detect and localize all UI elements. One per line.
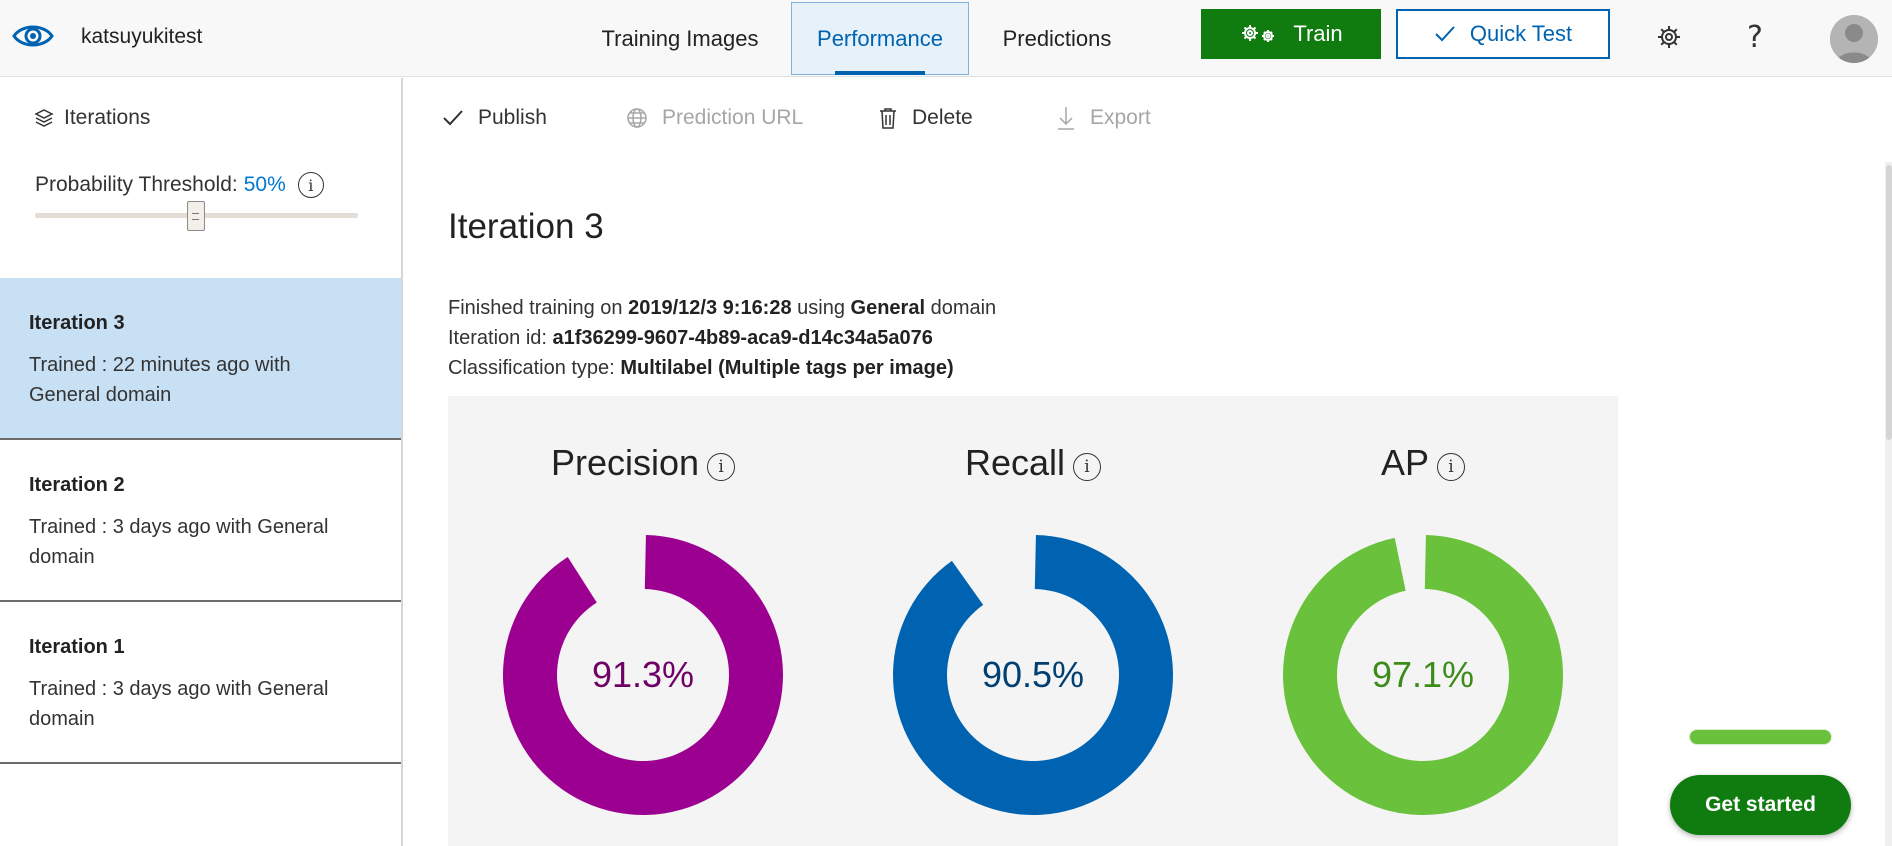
iterations-header-label: Iterations (64, 106, 151, 129)
prediction-url-label: Prediction URL (662, 106, 804, 129)
tab-predictions[interactable]: Predictions (985, 2, 1129, 75)
checkmark-icon (443, 110, 463, 126)
train-button[interactable]: Train (1201, 9, 1381, 59)
train-label: Train (1293, 21, 1343, 46)
get-started-label: Get started (1705, 793, 1816, 816)
iteration-item-3[interactable]: Iteration 3 Trained : 22 minutes ago wit… (0, 278, 401, 440)
domain-name: General (850, 297, 926, 319)
metric-title: Precision i (493, 442, 793, 484)
iteration-id-value: a1f36299-9607-4b89-aca9-d14c34a5a076 (552, 327, 933, 349)
top-bar: katsuyukitest Training Images Performanc… (0, 0, 1892, 77)
metric-title: AP i (1273, 442, 1573, 484)
publish-label: Publish (478, 106, 547, 129)
export-label: Export (1090, 106, 1151, 129)
gear-icon (1658, 26, 1680, 48)
iteration-item-2[interactable]: Iteration 2 Trained : 3 days ago with Ge… (0, 440, 401, 602)
domain-suffix: domain (930, 297, 997, 319)
page-title: Iteration 3 (448, 207, 604, 246)
publish-button[interactable]: Publish (442, 106, 547, 130)
quick-test-button[interactable]: Quick Test (1396, 9, 1610, 59)
iteration-desc: Trained : 22 minutes ago with General do… (29, 354, 291, 406)
finished-date: 2019/12/3 9:16:28 (628, 297, 792, 319)
iteration-id-line: Iteration id: a1f36299-9607-4b89-aca9-d1… (448, 323, 996, 353)
sidebar: Iterations Probability Threshold: 50% i … (0, 78, 403, 846)
metric-label: Recall (964, 442, 1066, 483)
delete-label: Delete (912, 106, 973, 129)
metric-value: 90.5% (981, 654, 1085, 695)
tab-label: Performance (817, 25, 943, 51)
layers-icon (34, 109, 54, 127)
trash-icon (880, 108, 896, 129)
iteration-name: Iteration 3 (29, 312, 125, 334)
threshold-slider-handle[interactable] (187, 201, 205, 231)
classification-line: Classification type: Multilabel (Multipl… (448, 353, 996, 383)
globe-icon (627, 108, 647, 128)
metric-value: 91.3% (591, 654, 695, 695)
quick-test-label: Quick Test (1469, 21, 1573, 46)
probability-threshold: Probability Threshold: 50% i (35, 172, 324, 198)
help-button[interactable]: ? (1738, 19, 1772, 55)
get-started-button[interactable]: Get started (1670, 775, 1851, 835)
finished-prefix: Finished training on (448, 297, 623, 319)
training-finished-line: Finished training on 2019/12/3 9:16:28 u… (448, 293, 996, 323)
eye-icon[interactable] (12, 18, 54, 54)
iterations-header[interactable]: Iterations (34, 106, 150, 130)
settings-button[interactable] (1652, 20, 1686, 54)
classification-label: Classification type: (448, 357, 615, 379)
metric-title: Recall i (883, 442, 1183, 484)
iteration-id-label: Iteration id: (448, 327, 547, 349)
tab-performance[interactable]: Performance (791, 2, 969, 75)
threshold-value: 50% (243, 173, 286, 196)
tab-training-images[interactable]: Training Images (590, 2, 770, 75)
avatar[interactable] (1830, 15, 1878, 63)
metric-label: Precision (550, 442, 700, 483)
iteration-toolbar: Publish Prediction URL Delete Export (404, 78, 1892, 162)
info-icon[interactable]: i (1073, 453, 1102, 481)
gears-icon (1242, 25, 1275, 42)
precision-metric: Precision i 91.3% (493, 396, 793, 846)
project-name[interactable]: katsuyukitest (81, 25, 202, 49)
onboarding-progress (1689, 729, 1832, 745)
iteration-desc: Trained : 3 days ago with General domain (29, 678, 329, 730)
threshold-label: Probability Threshold: (35, 173, 238, 196)
info-icon[interactable]: i (707, 453, 736, 481)
info-icon[interactable]: i (297, 172, 324, 198)
info-icon[interactable]: i (1437, 453, 1466, 481)
help-icon: ? (1747, 19, 1763, 55)
prediction-url-button[interactable]: Prediction URL (626, 106, 803, 130)
tab-label: Predictions (1002, 25, 1112, 51)
iteration-name: Iteration 1 (29, 636, 125, 658)
tab-label: Training Images (601, 25, 759, 51)
export-button[interactable]: Export (1056, 106, 1151, 130)
metric-label: AP (1380, 442, 1430, 483)
metrics-panel: Precision i 91.3% Recall i 90.5% AP i 97… (448, 396, 1618, 846)
metric-value: 97.1% (1371, 654, 1475, 695)
checkmark-icon (1435, 26, 1455, 42)
using-word: using (797, 297, 845, 319)
classification-value: Multilabel (Multiple tags per image) (620, 357, 954, 379)
user-icon (1830, 15, 1878, 63)
iteration-item-1[interactable]: Iteration 1 Trained : 3 days ago with Ge… (0, 602, 401, 764)
scrollbar-thumb[interactable] (1886, 165, 1892, 440)
delete-button[interactable]: Delete (878, 106, 973, 130)
ap-metric: AP i 97.1% (1273, 396, 1573, 846)
download-icon (1058, 107, 1074, 130)
iteration-name: Iteration 2 (29, 474, 125, 496)
recall-metric: Recall i 90.5% (883, 396, 1183, 846)
iteration-desc: Trained : 3 days ago with General domain (29, 516, 329, 568)
iteration-meta: Finished training on 2019/12/3 9:16:28 u… (448, 293, 996, 383)
